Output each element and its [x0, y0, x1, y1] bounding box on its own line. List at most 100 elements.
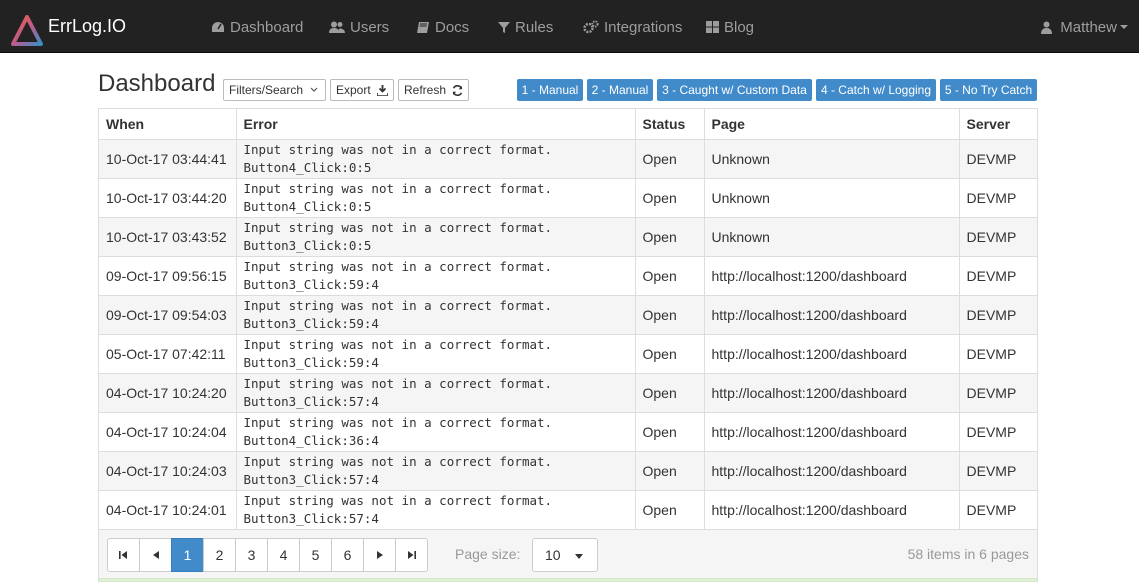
cell-status: Open [635, 256, 705, 296]
cell-page: http://localhost:1200/dashboard [704, 373, 960, 413]
table-header-row: When Error Status Page Server [99, 109, 1037, 140]
cell-server: DEVMP [959, 139, 1037, 179]
cell-error: Input string was not in a correct format… [236, 217, 636, 257]
dashboard-icon [212, 22, 224, 32]
error-location: Button3_Click:59:4 [243, 315, 379, 331]
cell-server: DEVMP [959, 451, 1037, 491]
table-row[interactable]: 04-Oct-17 10:24:01 Input string was not … [99, 490, 1037, 530]
error-location: Button4_Click:0:5 [243, 159, 372, 175]
cell-server: DEVMP [959, 217, 1037, 257]
user-menu[interactable]: Matthew [1041, 17, 1128, 37]
nav-users[interactable]: Users [329, 17, 389, 37]
refresh-label: Refresh [404, 83, 447, 97]
error-message: Input string was not in a correct format… [243, 180, 553, 196]
column-header-page[interactable]: Page [704, 109, 960, 140]
page-button-4[interactable]: 4 [267, 538, 300, 572]
cell-page: http://localhost:1200/dashboard [704, 490, 960, 530]
test-button-4-logging[interactable]: 4 - Catch w/ Logging [816, 79, 936, 101]
cell-server: DEVMP [959, 490, 1037, 530]
cell-server: DEVMP [959, 178, 1037, 218]
error-message: Input string was not in a correct format… [243, 414, 553, 430]
cell-status: Open [635, 412, 705, 452]
filters-search-dropdown[interactable]: Filters/Search [223, 79, 326, 101]
error-message: Input string was not in a correct format… [243, 453, 553, 469]
table-row[interactable]: 05-Oct-17 07:42:11 Input string was not … [99, 334, 1037, 374]
column-header-when[interactable]: When [99, 109, 237, 140]
refresh-button[interactable]: Refresh [398, 79, 469, 101]
cell-when: 09-Oct-17 09:56:15 [99, 256, 237, 296]
cell-status: Open [635, 451, 705, 491]
last-page-icon [408, 551, 416, 559]
nav-docs-label: Docs [435, 18, 470, 36]
cell-status: Open [635, 490, 705, 530]
first-page-button[interactable] [107, 538, 140, 572]
cell-server: DEVMP [959, 256, 1037, 296]
error-location: Button3_Click:0:5 [243, 237, 372, 253]
cell-error: Input string was not in a correct format… [236, 178, 636, 218]
bottom-alert-strip [98, 578, 1038, 582]
cogs-icon [583, 20, 599, 34]
cell-page: Unknown [704, 217, 960, 257]
error-message: Input string was not in a correct format… [243, 141, 553, 157]
cell-server: DEVMP [959, 334, 1037, 374]
user-name: Matthew [1060, 18, 1117, 36]
next-page-button[interactable] [363, 538, 396, 572]
test-button-2-manual[interactable]: 2 - Manual [587, 79, 653, 101]
cell-page: http://localhost:1200/dashboard [704, 334, 960, 374]
export-label: Export [336, 83, 371, 97]
cell-when: 10-Oct-17 03:43:52 [99, 217, 237, 257]
nav-dashboard[interactable]: Dashboard [211, 17, 303, 37]
table-row[interactable]: 04-Oct-17 10:24:03 Input string was not … [99, 451, 1037, 491]
cell-when: 04-Oct-17 10:24:03 [99, 451, 237, 491]
error-location: Button4_Click:36:4 [243, 432, 379, 448]
error-location: Button3_Click:59:4 [243, 354, 379, 370]
error-message: Input string was not in a correct format… [243, 219, 553, 235]
cell-when: 05-Oct-17 07:42:11 [99, 334, 237, 374]
nav-rules[interactable]: Rules [498, 17, 553, 37]
page-button-2[interactable]: 2 [203, 538, 236, 572]
table-row[interactable]: 10-Oct-17 03:43:52 Input string was not … [99, 217, 1037, 257]
last-page-button[interactable] [395, 538, 428, 572]
column-header-status[interactable]: Status [635, 109, 705, 140]
column-header-error[interactable]: Error [236, 109, 636, 140]
test-button-1-manual[interactable]: 1 - Manual [517, 79, 583, 101]
table-row[interactable]: 10-Oct-17 03:44:20 Input string was not … [99, 178, 1037, 218]
cell-status: Open [635, 139, 705, 179]
page-title: Dashboard [98, 70, 216, 97]
table-row[interactable]: 09-Oct-17 09:56:15 Input string was not … [99, 256, 1037, 296]
error-location: Button3_Click:57:4 [243, 393, 379, 409]
page-button-6[interactable]: 6 [331, 538, 364, 572]
dropdown-arrow-icon [575, 554, 583, 559]
prev-page-button[interactable] [139, 538, 172, 572]
page-button-1[interactable]: 1 [171, 538, 204, 572]
nav-rules-label: Rules [515, 18, 554, 36]
cell-error: Input string was not in a correct format… [236, 412, 636, 452]
cell-server: DEVMP [959, 412, 1037, 452]
page-button-5[interactable]: 5 [299, 538, 332, 572]
column-header-server[interactable]: Server [959, 109, 1037, 140]
test-button-5-no-try-catch[interactable]: 5 - No Try Catch [940, 79, 1037, 101]
table-row[interactable]: 09-Oct-17 09:54:03 Input string was not … [99, 295, 1037, 335]
user-icon [1041, 21, 1053, 34]
export-button[interactable]: Export [330, 79, 394, 101]
cell-error: Input string was not in a correct format… [236, 373, 636, 413]
cell-page: Unknown [704, 139, 960, 179]
brand[interactable]: ErrLog.IO [10, 13, 126, 49]
first-page-icon [119, 551, 127, 559]
nav-integrations[interactable]: Integrations [583, 17, 682, 37]
brand-name: ErrLog.IO [48, 16, 127, 36]
page-size-select[interactable]: 10 [532, 538, 598, 572]
nav-blog[interactable]: Blog [706, 17, 754, 37]
nav-docs[interactable]: Docs [416, 17, 469, 37]
table-row[interactable]: 10-Oct-17 03:44:41 Input string was not … [99, 139, 1037, 179]
users-icon [329, 21, 345, 33]
page-button-3[interactable]: 3 [235, 538, 268, 572]
table-row[interactable]: 04-Oct-17 10:24:20 Input string was not … [99, 373, 1037, 413]
test-button-3-custom-data[interactable]: 3 - Caught w/ Custom Data [657, 79, 812, 101]
chevron-down-icon [310, 87, 318, 92]
pager: 1 2 3 4 5 6 Page size: 10 58 items in 6 … [99, 529, 1037, 579]
caret-down-icon [1120, 25, 1128, 29]
download-icon [376, 84, 388, 96]
table-row[interactable]: 04-Oct-17 10:24:04 Input string was not … [99, 412, 1037, 452]
cell-server: DEVMP [959, 373, 1037, 413]
